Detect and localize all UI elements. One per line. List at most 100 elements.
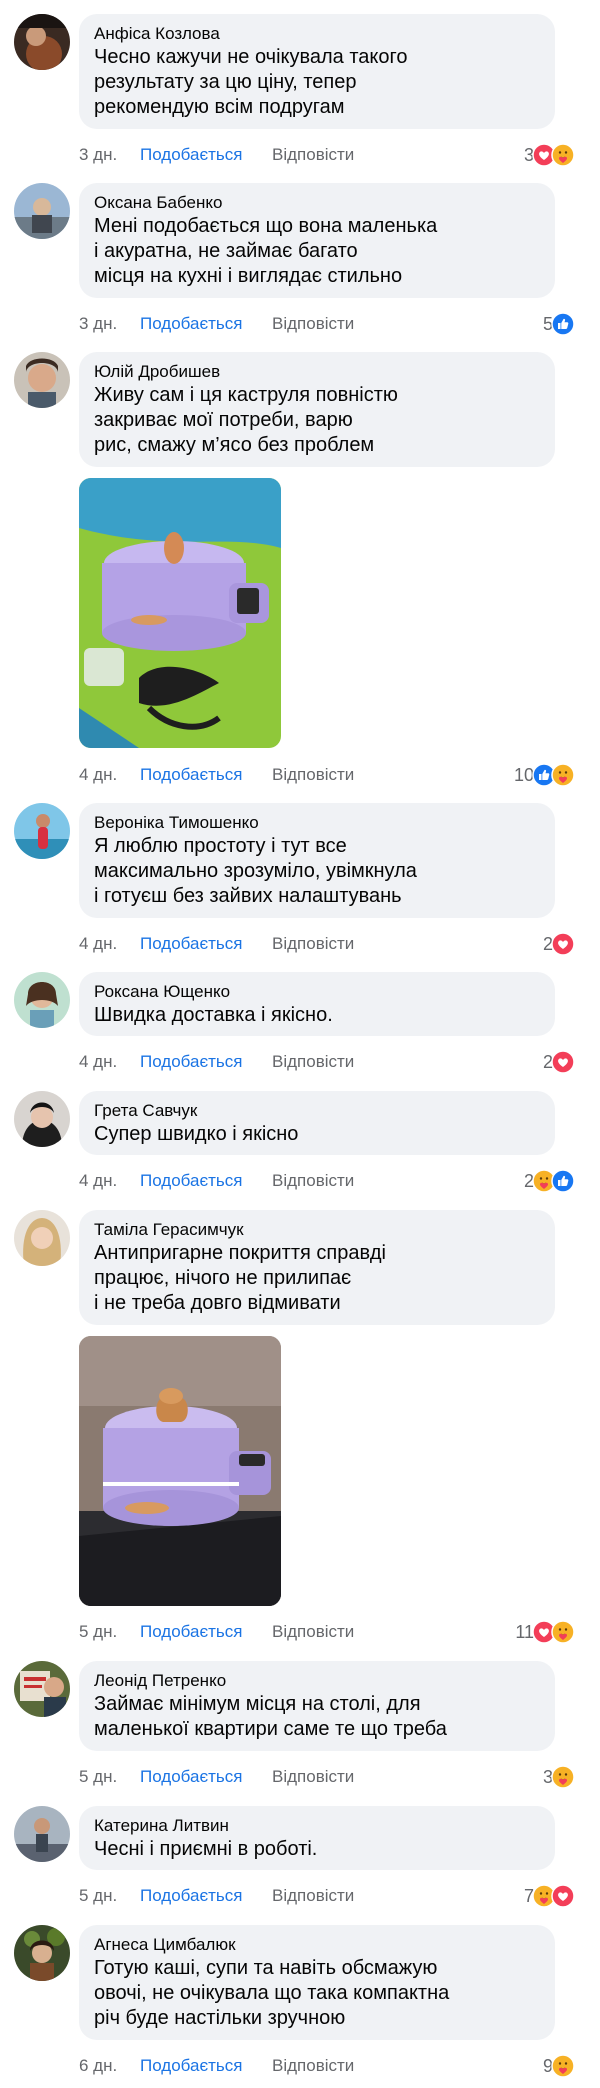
reply-button[interactable]: Відповісти xyxy=(272,1169,354,1193)
avatar[interactable] xyxy=(14,803,70,859)
comments-feed: Анфіса Козлова Чесно кажучи не очікувала… xyxy=(0,0,600,2088)
author-name[interactable]: Леонід Петренко xyxy=(94,1670,541,1692)
like-button[interactable]: Подобається xyxy=(140,1765,243,1789)
reply-button[interactable]: Відповісти xyxy=(272,932,354,956)
reply-button[interactable]: Відповісти xyxy=(272,143,354,167)
comment-time[interactable]: 4 дн. xyxy=(79,1050,117,1074)
reply-button[interactable]: Відповісти xyxy=(272,1050,354,1074)
reply-button[interactable]: Відповісти xyxy=(272,1620,354,1644)
comment-actions: 5 дн. Подобається Відповісти 11 xyxy=(79,1620,575,1644)
comment-bubble: Агнеса Цимбалюк Готую каші, супи та наві… xyxy=(79,1925,555,2040)
reaction-summary[interactable]: 9 xyxy=(543,2054,575,2078)
comment-text: Живу сам і ця каструля повністю закриває… xyxy=(94,384,398,456)
reaction-summary[interactable]: 5 xyxy=(543,312,575,336)
comment-text: Чесні і приємні в роботі. xyxy=(94,1838,318,1860)
comment-time[interactable]: 4 дн. xyxy=(79,1169,117,1193)
comment-actions: 4 дн. Подобається Відповісти 2 xyxy=(79,932,575,956)
like-button[interactable]: Подобається xyxy=(140,1050,243,1074)
avatar[interactable] xyxy=(14,1661,70,1717)
love-icon xyxy=(551,1884,575,1908)
reaction-summary[interactable]: 2 xyxy=(524,1169,575,1193)
author-name[interactable]: Таміла Герасимчук xyxy=(94,1219,541,1241)
comment-text: Чесно кажучи не очікувала такого результ… xyxy=(94,46,408,118)
avatar[interactable] xyxy=(14,1806,70,1862)
comment-actions: 4 дн. Подобається Відповісти 2 xyxy=(79,1169,575,1193)
reply-button[interactable]: Відповісти xyxy=(272,2054,354,2078)
care-icon xyxy=(551,143,575,167)
comment-time[interactable]: 5 дн. xyxy=(79,1884,117,1908)
attached-photo[interactable] xyxy=(79,1336,281,1606)
avatar[interactable] xyxy=(14,1925,70,1981)
reaction-summary[interactable]: 7 xyxy=(524,1884,575,1908)
care-icon xyxy=(551,763,575,787)
author-name[interactable]: Роксана Ющенко xyxy=(94,981,541,1003)
author-name[interactable]: Вероніка Тимошенко xyxy=(94,812,541,834)
comment-bubble: Леонід Петренко Займає мінімум місця на … xyxy=(79,1661,555,1751)
reply-button[interactable]: Відповісти xyxy=(272,312,354,336)
author-name[interactable]: Грета Савчук xyxy=(94,1100,541,1122)
reaction-summary[interactable]: 2 xyxy=(543,932,575,956)
comment-time[interactable]: 3 дн. xyxy=(79,143,117,167)
reaction-summary[interactable]: 10 xyxy=(514,763,575,787)
comment-text: Швидка доставка і якісно. xyxy=(94,1004,333,1026)
comment-actions: 3 дн. Подобається Відповісти 5 xyxy=(79,312,575,336)
comment-bubble: Грета Савчук Супер швидко і якісно xyxy=(79,1091,555,1155)
author-name[interactable]: Оксана Бабенко xyxy=(94,192,541,214)
comment-bubble: Таміла Герасимчук Антипригарне покриття … xyxy=(79,1210,555,1325)
like-button[interactable]: Подобається xyxy=(140,1169,243,1193)
reply-button[interactable]: Відповісти xyxy=(272,1765,354,1789)
comment-text: Займає мінімум місця на столі, для мален… xyxy=(94,1693,447,1740)
care-icon xyxy=(551,2054,575,2078)
comment-time[interactable]: 6 дн. xyxy=(79,2054,117,2078)
comment-text: Антипригарне покриття справді працює, ні… xyxy=(94,1242,386,1314)
comment-time[interactable]: 5 дн. xyxy=(79,1765,117,1789)
comment-bubble: Катерина Литвин Чесні і приємні в роботі… xyxy=(79,1806,555,1870)
comment-actions: 6 дн. Подобається Відповісти 9 xyxy=(79,2054,575,2078)
like-button[interactable]: Подобається xyxy=(140,1620,243,1644)
comment-actions: 5 дн. Подобається Відповісти 3 xyxy=(79,1765,575,1789)
love-icon xyxy=(551,932,575,956)
comment-time[interactable]: 3 дн. xyxy=(79,312,117,336)
like-button[interactable]: Подобається xyxy=(140,143,243,167)
care-icon xyxy=(551,1620,575,1644)
avatar[interactable] xyxy=(14,14,70,70)
author-name[interactable]: Анфіса Козлова xyxy=(94,23,541,45)
author-name[interactable]: Юлій Дробишев xyxy=(94,361,541,383)
comment-time[interactable]: 5 дн. xyxy=(79,1620,117,1644)
author-name[interactable]: Агнеса Цимбалюк xyxy=(94,1934,541,1956)
author-name[interactable]: Катерина Литвин xyxy=(94,1815,541,1837)
avatar[interactable] xyxy=(14,183,70,239)
comment-text: Я люблю простоту і тут все максимально з… xyxy=(94,835,417,907)
comment-actions: 4 дн. Подобається Відповісти 10 xyxy=(79,763,575,787)
attached-photo[interactable] xyxy=(79,478,281,748)
reaction-summary[interactable]: 11 xyxy=(515,1620,575,1644)
avatar[interactable] xyxy=(14,352,70,408)
like-button[interactable]: Подобається xyxy=(140,763,243,787)
comment-bubble: Вероніка Тимошенко Я люблю простоту і ту… xyxy=(79,803,555,918)
reaction-summary[interactable]: 3 xyxy=(524,143,575,167)
avatar[interactable] xyxy=(14,1091,70,1147)
comment-bubble: Анфіса Козлова Чесно кажучи не очікувала… xyxy=(79,14,555,129)
comment-time[interactable]: 4 дн. xyxy=(79,932,117,956)
avatar[interactable] xyxy=(14,972,70,1028)
comment-time[interactable]: 4 дн. xyxy=(79,763,117,787)
comment-text: Супер швидко і якісно xyxy=(94,1123,299,1145)
like-button[interactable]: Подобається xyxy=(140,2054,243,2078)
reply-button[interactable]: Відповісти xyxy=(272,763,354,787)
like-button[interactable]: Подобається xyxy=(140,1884,243,1908)
comment-text: Мені подобається що вона маленька і акур… xyxy=(94,215,438,287)
comment-actions: 5 дн. Подобається Відповісти 7 xyxy=(79,1884,575,1908)
comment-text: Готую каші, супи та навіть обсмажую овоч… xyxy=(94,1957,450,2029)
reply-button[interactable]: Відповісти xyxy=(272,1884,354,1908)
reaction-summary[interactable]: 3 xyxy=(543,1765,575,1789)
like-button[interactable]: Подобається xyxy=(140,932,243,956)
reaction-count: 10 xyxy=(513,765,534,785)
love-icon xyxy=(551,1050,575,1074)
comment-bubble: Оксана Бабенко Мені подобається що вона … xyxy=(79,183,555,298)
reaction-summary[interactable]: 2 xyxy=(543,1050,575,1074)
comment-bubble: Роксана Ющенко Швидка доставка і якісно. xyxy=(79,972,555,1036)
comment-actions: 4 дн. Подобається Відповісти 2 xyxy=(79,1050,575,1074)
like-button[interactable]: Подобається xyxy=(140,312,243,336)
like-icon xyxy=(551,1169,575,1193)
avatar[interactable] xyxy=(14,1210,70,1266)
